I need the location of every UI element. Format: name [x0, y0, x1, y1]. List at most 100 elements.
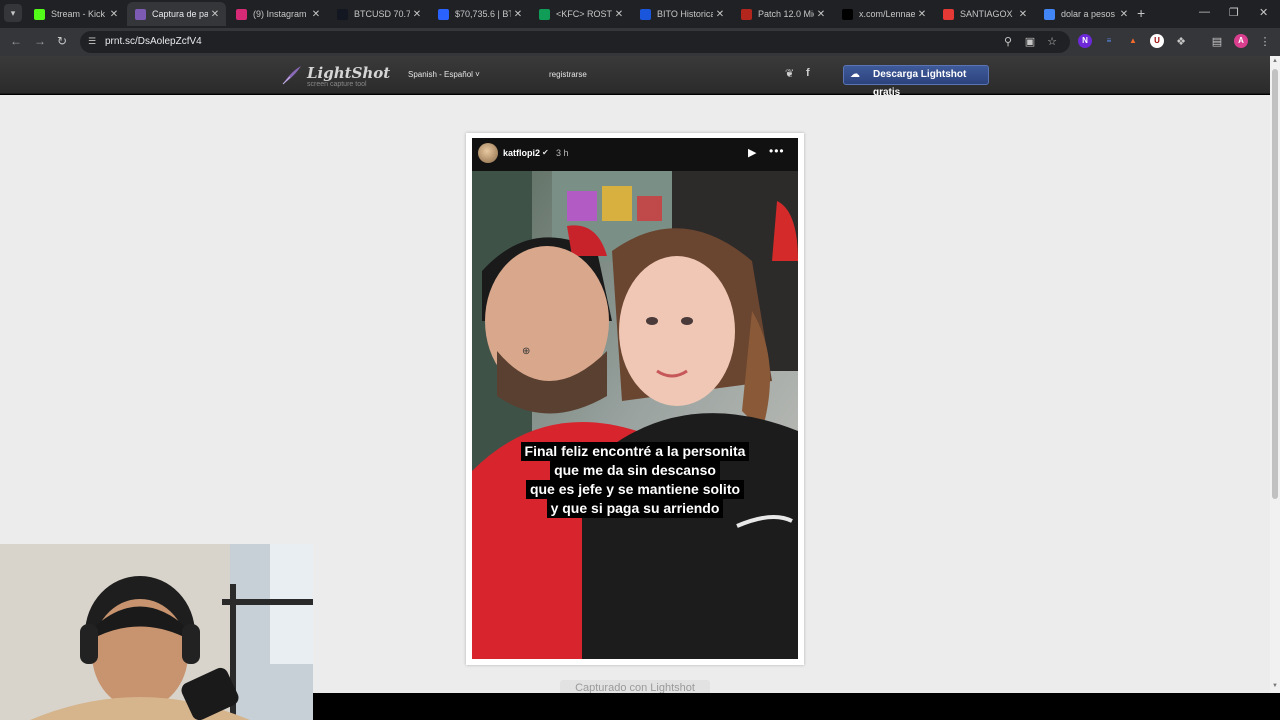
facebook-icon[interactable]: f — [806, 67, 810, 79]
close-tab-icon[interactable]: ✕ — [410, 9, 424, 20]
santiagox-icon — [943, 8, 954, 20]
stockanalysis-icon — [640, 8, 651, 20]
download-icon: ☁ — [850, 69, 860, 80]
close-window-icon[interactable]: ✕ — [1259, 6, 1268, 19]
lightshot-logo[interactable]: LightShot — [307, 64, 390, 82]
story-username: katflopi2 — [503, 148, 541, 158]
install-app-icon[interactable]: ▣ — [1023, 35, 1037, 48]
lightshot-header: LightShot screen capture tool Spanish - … — [0, 56, 1270, 98]
ublock-icon[interactable]: U — [1150, 34, 1164, 48]
reading-list-icon[interactable]: ▤ — [1210, 35, 1224, 48]
tab-title: $70,735.6 | BT — [455, 9, 511, 19]
browser-tab[interactable]: Stream - Kick ✕ — [26, 2, 125, 26]
lightshot-icon — [135, 8, 146, 20]
avatar — [478, 143, 498, 163]
browser-tab-strip: ▾ Stream - Kick ✕ Captura de pa ✕ (9) Instag… — [0, 0, 1280, 28]
close-tab-icon[interactable]: ✕ — [511, 9, 525, 20]
story-photo — [472, 171, 798, 659]
tab-title: Stream - Kick — [51, 9, 106, 19]
close-tab-icon[interactable]: ✕ — [713, 9, 727, 20]
browser-tab[interactable]: <KFC> ROSTE ✕ — [531, 2, 630, 26]
tab-title: BTCUSD 70.77 — [354, 9, 410, 19]
browser-tab[interactable]: dolar a pesos ✕ — [1036, 2, 1135, 26]
story-header: katflopi2 ✔ 3 h ▶ ••• — [472, 138, 798, 171]
verified-badge-icon: ✔ — [542, 148, 549, 157]
language-label: Spanish - Español — [408, 70, 473, 79]
extension-icon[interactable]: N — [1078, 34, 1092, 48]
close-tab-icon[interactable]: ✕ — [1117, 9, 1131, 20]
browser-tab[interactable]: Captura de pa ✕ — [127, 2, 226, 26]
scroll-down-icon[interactable]: ▼ — [1272, 683, 1278, 689]
page-scrollbar[interactable]: ▲ ▼ — [1270, 56, 1280, 693]
browser-tab[interactable]: BITO Historical ✕ — [632, 2, 731, 26]
story-caption: Final feliz encontré a la personita que … — [472, 442, 798, 518]
url-text[interactable]: prnt.sc/DsAolepZcfV4 — [105, 36, 202, 47]
tab-title: dolar a pesos — [1061, 9, 1116, 19]
kick-icon — [34, 8, 45, 20]
close-tab-icon[interactable]: ✕ — [915, 9, 929, 20]
webcam-overlay — [0, 544, 313, 720]
forward-icon[interactable]: → — [34, 34, 46, 48]
instagram-icon — [236, 8, 247, 20]
bookmark-star-icon[interactable]: ☆ — [1045, 35, 1059, 48]
story-time: 3 h — [556, 148, 569, 158]
register-link[interactable]: registrarse — [549, 70, 587, 79]
back-icon[interactable]: ← — [10, 34, 22, 48]
x-mark-icon — [438, 8, 449, 20]
minimize-icon[interactable]: — — [1199, 6, 1210, 18]
sheets-icon — [539, 8, 550, 20]
restore-icon[interactable]: ❐ — [1229, 6, 1239, 19]
wowhead-icon — [741, 8, 752, 20]
tab-title: SANTIAGOX — [960, 9, 1013, 19]
zoom-cursor-icon: ⊕ — [522, 346, 531, 357]
address-bar[interactable]: ☰ prnt.sc/DsAolepZcfV4 — [80, 31, 1070, 53]
site-info-icon[interactable]: ☰ — [88, 36, 96, 47]
lightshot-tagline: screen capture tool — [307, 81, 367, 88]
tab-title: Captura de pa — [152, 9, 208, 19]
new-tab-button[interactable]: + — [1137, 5, 1145, 21]
caption-line: que me da sin descanso — [550, 461, 720, 480]
profile-avatar[interactable]: A — [1234, 34, 1248, 48]
extension-icon[interactable]: ≡ — [1102, 34, 1116, 48]
twitter-icon[interactable]: ❦ — [785, 67, 794, 80]
tab-title: BITO Historical — [657, 9, 713, 19]
zoom-icon[interactable]: ⚲ — [1001, 35, 1015, 48]
instagram-story-screenshot[interactable]: katflopi2 ✔ 3 h ▶ ••• Final feliz encont… — [472, 138, 798, 659]
reload-icon[interactable]: ↻ — [57, 34, 67, 48]
browser-tab[interactable]: Patch 12.0 Mid ✕ — [733, 2, 832, 26]
browser-tab[interactable]: BTCUSD 70.77 ✕ — [329, 2, 428, 26]
tab-title: Patch 12.0 Mid — [758, 9, 814, 19]
close-tab-icon[interactable]: ✕ — [1016, 9, 1030, 20]
caption-line: que es jefe y se mantiene solito — [525, 480, 745, 499]
browser-toolbar: ← → ↻ ☰ prnt.sc/DsAolepZcfV4 ⚲ ▣ ☆ N ≡ ▲… — [0, 28, 1280, 56]
tab-title: x.com/Lennaer — [859, 9, 915, 19]
tradingview-icon — [337, 8, 348, 20]
tab-title: (9) Instagram — [253, 9, 307, 19]
x-icon — [842, 8, 853, 20]
extension-icon[interactable]: ▲ — [1126, 34, 1140, 48]
scroll-up-icon[interactable]: ▲ — [1272, 58, 1278, 64]
language-selector[interactable]: Spanish - Español ˅ — [408, 70, 480, 79]
close-tab-icon[interactable]: ✕ — [107, 9, 121, 20]
tab-title: <KFC> ROSTE — [556, 9, 612, 19]
play-icon: ▶ — [748, 147, 757, 159]
close-tab-icon[interactable]: ✕ — [309, 9, 323, 20]
tab-search-icon[interactable]: ▾ — [4, 4, 22, 22]
kebab-menu-icon[interactable]: ⋮ — [1258, 35, 1272, 48]
chevron-down-icon: ˅ — [475, 70, 480, 79]
caption-line: y que si paga su arriendo — [546, 499, 724, 518]
scroll-thumb[interactable] — [1272, 69, 1278, 499]
more-options-icon: ••• — [769, 144, 785, 158]
browser-tab[interactable]: (9) Instagram ✕ — [228, 2, 327, 26]
caption-line: Final feliz encontré a la personita — [520, 442, 750, 461]
close-tab-icon[interactable]: ✕ — [814, 9, 828, 20]
extensions-puzzle-icon[interactable]: ❖ — [1174, 35, 1188, 48]
browser-tab[interactable]: SANTIAGOX ✕ — [935, 2, 1034, 26]
close-tab-icon[interactable]: ✕ — [612, 9, 626, 20]
close-tab-icon[interactable]: ✕ — [208, 9, 222, 20]
browser-tab[interactable]: $70,735.6 | BT ✕ — [430, 2, 529, 26]
download-button[interactable]: ☁ Descarga Lightshot gratis — [843, 65, 989, 98]
browser-tab[interactable]: x.com/Lennaer ✕ — [834, 2, 933, 26]
google-icon — [1044, 8, 1055, 20]
feather-logo-icon — [282, 66, 301, 85]
